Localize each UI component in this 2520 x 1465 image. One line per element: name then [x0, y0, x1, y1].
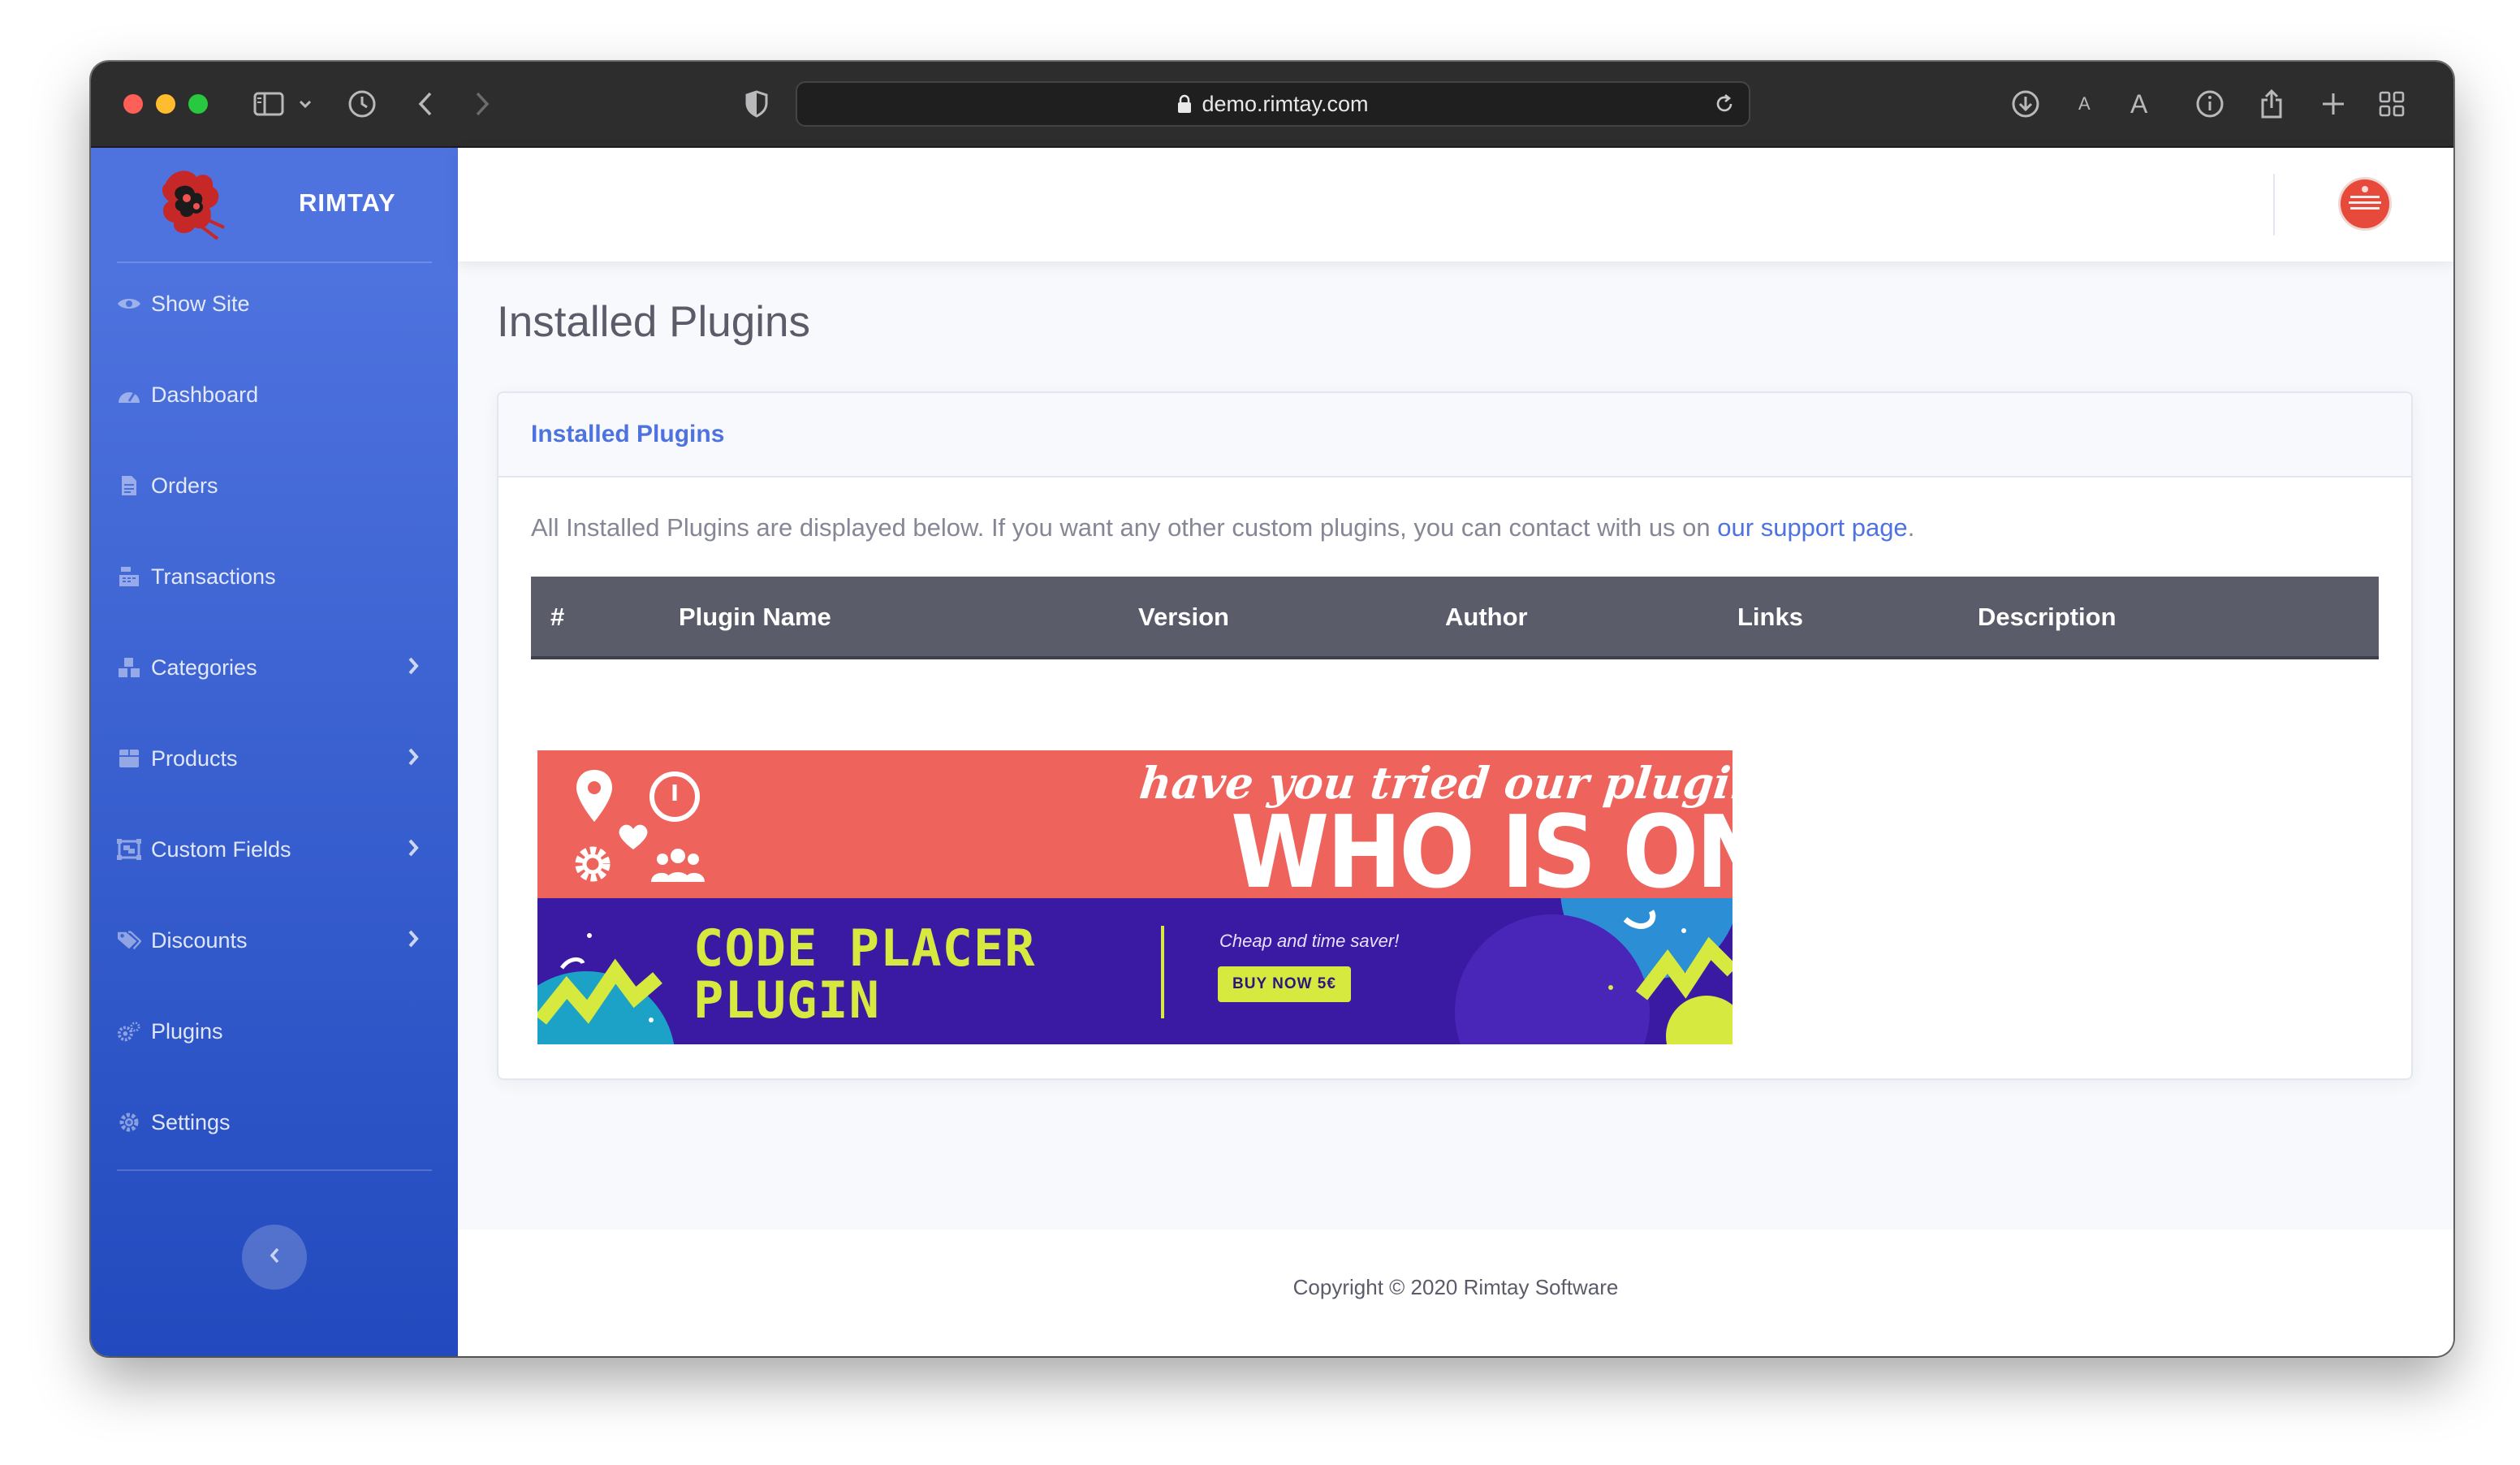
chevron-right-icon	[408, 929, 419, 954]
column-header-author[interactable]: Author	[1445, 603, 1528, 632]
tags-icon	[117, 928, 141, 953]
column-header-description[interactable]: Description	[1978, 603, 2117, 632]
who-is-online-banner[interactable]: have you tried our plugin? WHO IS ONLINE	[537, 750, 1732, 902]
zoom-window-button[interactable]	[188, 94, 208, 114]
sidebar-divider	[117, 1169, 432, 1171]
sidebar-item-categories[interactable]: Categories	[91, 635, 458, 700]
tab-overview-icon[interactable]	[2374, 83, 2410, 125]
reload-icon[interactable]	[1713, 93, 1736, 121]
chevron-right-icon	[408, 656, 419, 681]
lock-icon	[1177, 94, 1192, 114]
info-icon[interactable]	[2192, 83, 2228, 125]
file-icon	[117, 473, 141, 498]
intro-text: All Installed Plugins are displayed belo…	[531, 513, 1914, 542]
product-tagline: Cheap and time saver!	[1219, 931, 1400, 951]
column-header-index[interactable]: #	[550, 603, 564, 632]
intro-end: .	[1907, 513, 1915, 542]
forward-icon[interactable]	[464, 83, 500, 125]
sidebar-brand[interactable]: RIMTAY	[91, 148, 458, 261]
intro-body: All Installed Plugins are displayed belo…	[531, 513, 1718, 542]
topbar-divider	[2273, 174, 2275, 236]
sidebar-item-label: Categories	[151, 655, 257, 680]
sidebar-item-settings[interactable]: Settings	[91, 1090, 458, 1155]
eye-icon	[117, 292, 141, 316]
sidebar-item-label: Show Site	[151, 291, 250, 316]
column-header-version[interactable]: Version	[1138, 603, 1229, 632]
address-bar[interactable]: demo.rimtay.com	[796, 81, 1750, 127]
sidebar-item-label: Dashboard	[151, 382, 259, 407]
cogs-icon	[117, 1019, 141, 1044]
banner-separator	[1161, 926, 1164, 1018]
avatar[interactable]	[2338, 177, 2392, 231]
tachometer-icon	[117, 382, 141, 407]
text-smaller-icon[interactable]: A	[2078, 83, 2091, 125]
brand-name: RIMTAY	[299, 188, 396, 217]
card-header: Installed Plugins	[498, 393, 2411, 478]
sidebar-item-label: Custom Fields	[151, 836, 291, 862]
new-tab-icon[interactable]	[2315, 83, 2351, 125]
sidebar: RIMTAY Show Site Dashboard Orders Transa…	[91, 148, 458, 1356]
footer: Copyright © 2020 Rimtay Software	[458, 1229, 2453, 1356]
sidebar-item-label: Orders	[151, 473, 218, 498]
sidebar-toggle-icon[interactable]	[250, 83, 287, 125]
sidebar-item-label: Plugins	[151, 1018, 223, 1044]
gear-icon	[570, 841, 615, 891]
buy-now-button[interactable]: BUY NOW 5€	[1218, 966, 1351, 1002]
column-header-links[interactable]: Links	[1737, 603, 1803, 632]
brand-logo	[149, 159, 234, 244]
card-title: Installed Plugins	[531, 421, 725, 447]
users-icon	[649, 846, 706, 888]
chevron-down-icon[interactable]	[296, 83, 315, 125]
cubes-icon	[117, 655, 141, 680]
shield-icon[interactable]	[739, 83, 775, 125]
downloads-icon[interactable]	[2007, 83, 2044, 125]
plugins-table-header: # Plugin Name Version Author Links Descr…	[531, 577, 2379, 659]
sidebar-item-orders[interactable]: Orders	[91, 453, 458, 518]
chevron-right-icon	[408, 747, 419, 772]
close-window-button[interactable]	[123, 94, 143, 114]
chevron-left-icon	[269, 1247, 280, 1268]
column-header-plugin-name[interactable]: Plugin Name	[679, 603, 831, 632]
promo-banner[interactable]: have you tried our plugin? WHO IS ONLINE	[537, 750, 1732, 1044]
sidebar-item-show-site[interactable]: Show Site	[91, 271, 458, 336]
sidebar-divider	[117, 261, 432, 263]
heart-icon	[617, 822, 649, 855]
object-group-icon	[117, 837, 141, 862]
support-page-link[interactable]: our support page	[1717, 513, 1907, 542]
map-pin-icon	[573, 768, 615, 829]
browser-toolbar: demo.rimtay.com A A	[91, 62, 2453, 148]
cog-icon	[117, 1110, 141, 1134]
url-text: demo.rimtay.com	[1202, 91, 1369, 116]
browser-window: demo.rimtay.com A A RIMTAY Show Site Das…	[91, 62, 2453, 1356]
sidebar-item-plugins[interactable]: Plugins	[91, 999, 458, 1064]
promo-title: WHO IS ONLINE	[1231, 793, 1732, 911]
topbar	[458, 148, 2453, 261]
plugins-card: Installed Plugins All Installed Plugins …	[497, 391, 2413, 1080]
chevron-right-icon	[408, 838, 419, 863]
share-icon[interactable]	[2254, 83, 2289, 125]
copyright-text: Copyright © 2020 Rimtay Software	[1292, 1275, 1619, 1299]
sidebar-item-discounts[interactable]: Discounts	[91, 908, 458, 973]
product-title: CODE PLACER PLUGIN	[693, 918, 1036, 1030]
page-title: Installed Plugins	[497, 298, 810, 346]
sidebar-item-custom-fields[interactable]: Custom Fields	[91, 817, 458, 882]
text-larger-icon[interactable]: A	[2130, 83, 2147, 125]
history-icon[interactable]	[344, 83, 380, 125]
back-icon[interactable]	[408, 83, 443, 125]
sidebar-item-dashboard[interactable]: Dashboard	[91, 362, 458, 427]
minimize-window-button[interactable]	[156, 94, 175, 114]
sidebar-toggle-button[interactable]	[242, 1225, 307, 1290]
code-placer-banner[interactable]: CODE PLACER PLUGIN Cheap and time saver!…	[537, 898, 1732, 1044]
box-icon	[117, 746, 141, 771]
clock-icon	[648, 770, 701, 828]
sidebar-item-label: Transactions	[151, 564, 276, 589]
sidebar-item-label: Discounts	[151, 927, 248, 953]
cash-register-icon	[117, 564, 141, 589]
sidebar-item-transactions[interactable]: Transactions	[91, 544, 458, 609]
sidebar-item-label: Products	[151, 745, 238, 771]
sidebar-item-label: Settings	[151, 1109, 231, 1134]
sidebar-item-products[interactable]: Products	[91, 726, 458, 791]
